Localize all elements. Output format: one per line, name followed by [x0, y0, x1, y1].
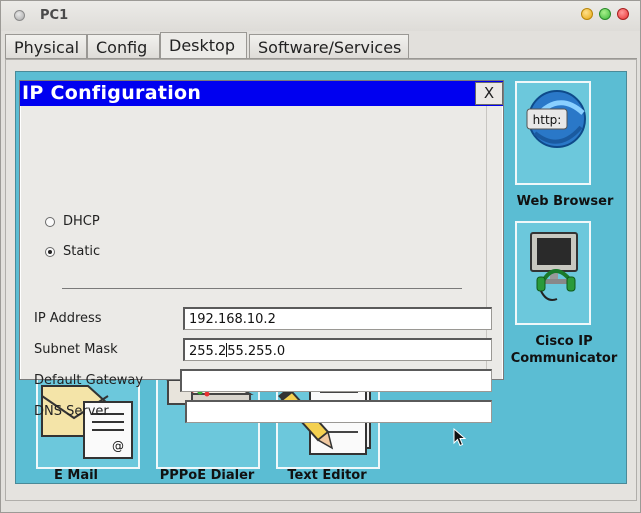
window-title: PC1	[40, 8, 69, 23]
pc1-window: PC1 Physical Config Desktop Software/Ser…	[0, 0, 641, 513]
tab-physical[interactable]: Physical	[5, 34, 87, 59]
dhcp-radio[interactable]	[45, 216, 55, 227]
window-menu-icon[interactable]	[14, 10, 25, 21]
email-label[interactable]: E Mail	[36, 468, 116, 483]
ip-address-label: IP Address	[34, 311, 102, 326]
dns-server-field[interactable]	[185, 400, 492, 423]
tab-desktop[interactable]: Desktop	[160, 32, 247, 60]
minimize-button[interactable]	[581, 8, 593, 20]
cisco-ip-label-line2[interactable]: Communicator	[507, 351, 621, 366]
close-window-button[interactable]	[617, 8, 629, 20]
title-bar[interactable]: PC1	[1, 1, 640, 31]
static-option[interactable]: Static	[45, 244, 100, 259]
dialog-body: DHCP Static IP Address 192.168.10.2 Subn…	[21, 106, 502, 423]
svg-text:@: @	[112, 439, 124, 453]
tab-software-services[interactable]: Software/Services	[249, 34, 409, 59]
web-browser-app[interactable]: http:	[515, 81, 591, 185]
ip-address-value: 192.168.10.2	[189, 312, 276, 327]
tab-config[interactable]: Config	[87, 34, 160, 59]
static-radio[interactable]	[45, 246, 55, 257]
ip-address-field[interactable]: 192.168.10.2	[183, 307, 492, 330]
text-editor-label[interactable]: Text Editor	[274, 468, 380, 483]
dns-server-label: DNS Server	[34, 404, 109, 419]
subnet-mask-field[interactable]: 255.255.255.0	[183, 338, 492, 361]
subnet-mask-label: Subnet Mask	[34, 342, 118, 357]
svg-text:http:: http:	[533, 113, 562, 127]
dialog-title: IP Configuration	[22, 82, 202, 104]
ip-communicator-icon	[530, 232, 578, 301]
ip-configuration-dialog: IP Configuration X DHCP Static IP Addres…	[19, 80, 504, 423]
web-browser-icon: http:	[526, 90, 586, 148]
default-gateway-label: Default Gateway	[34, 373, 144, 388]
mouse-pointer-icon	[453, 428, 467, 447]
subnet-mask-value-start: 255.2	[189, 344, 227, 359]
default-gateway-field[interactable]	[180, 369, 492, 392]
dhcp-option[interactable]: DHCP	[45, 214, 100, 229]
cisco-ip-label-line1[interactable]: Cisco IP	[507, 334, 621, 349]
dialog-title-bar[interactable]: IP Configuration X	[20, 81, 503, 106]
web-browser-label[interactable]: Web Browser	[516, 194, 614, 209]
static-label: Static	[63, 244, 101, 259]
dialog-close-button[interactable]: X	[475, 82, 503, 105]
maximize-button[interactable]	[599, 8, 611, 20]
dhcp-label: DHCP	[63, 214, 100, 229]
pppoe-dialer-label[interactable]: PPPoE Dialer	[154, 468, 260, 483]
cisco-ip-communicator-app[interactable]	[515, 221, 591, 325]
subnet-mask-value-end: 55.255.0	[227, 344, 286, 359]
section-divider	[62, 288, 462, 289]
